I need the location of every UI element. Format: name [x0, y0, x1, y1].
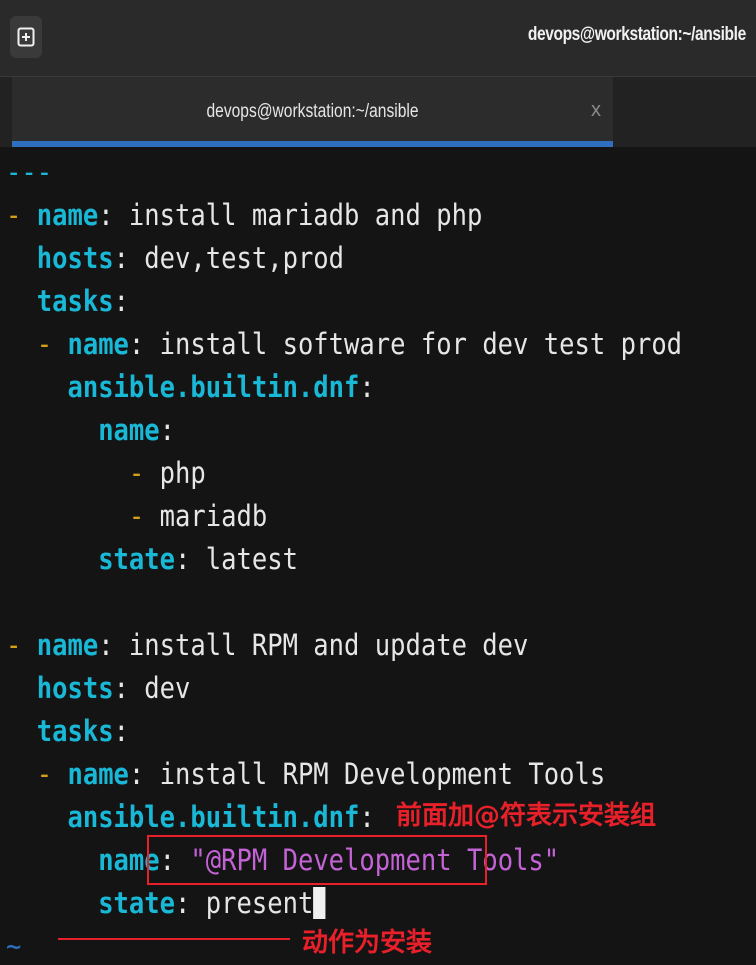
yaml-dash: -	[128, 456, 160, 490]
code-line: ansible.builtin.dnf:	[6, 797, 375, 837]
tab-terminal[interactable]: devops@workstation:~/ansible x	[12, 77, 613, 147]
code-line: state: present	[6, 883, 326, 923]
yaml-key: name	[36, 628, 99, 662]
yaml-key: name	[67, 757, 129, 791]
new-tab-icon	[17, 27, 35, 47]
yaml-key: state	[98, 542, 176, 576]
yaml-colon: :	[359, 370, 375, 404]
code-line: - name: install software for dev test pr…	[6, 324, 682, 364]
yaml-key: state	[98, 886, 176, 920]
yaml-dash: -	[36, 327, 68, 361]
yaml-key: ansible.builtin.dnf	[67, 800, 360, 834]
code-line: tasks:	[6, 711, 129, 751]
code-line: ---	[6, 152, 52, 192]
yaml-key: hosts	[36, 241, 114, 275]
annotation-group-note: 前面加@符表示安装组	[396, 801, 657, 831]
yaml-dash: -	[6, 628, 37, 662]
tab-label: devops@workstation:~/ansible	[206, 101, 419, 122]
tab-bar: devops@workstation:~/ansible x	[0, 77, 756, 147]
yaml-dash: -	[6, 198, 37, 232]
new-tab-button[interactable]	[10, 16, 42, 58]
code-line: ansible.builtin.dnf:	[6, 367, 375, 407]
yaml-colon: :	[113, 671, 129, 705]
code-line: - name: install RPM and update dev	[6, 625, 528, 665]
yaml-colon: :	[113, 714, 129, 748]
code-line: - php	[6, 453, 206, 493]
yaml-doc-start: ---	[6, 155, 53, 189]
code-line: - name: install mariadb and php	[6, 195, 482, 235]
yaml-colon: :	[175, 886, 191, 920]
yaml-dash: -	[36, 757, 68, 791]
yaml-key: tasks	[36, 714, 114, 748]
yaml-colon: :	[113, 241, 129, 275]
yaml-colon: :	[128, 327, 145, 361]
code-line: - name: install RPM Development Tools	[6, 754, 606, 794]
annotation-highlight-box	[147, 835, 487, 885]
yaml-value: mariadb	[159, 499, 268, 533]
yaml-value: install software for dev test prod	[144, 327, 683, 361]
yaml-colon: :	[159, 413, 176, 447]
code-line: state: latest	[6, 539, 298, 579]
yaml-value: install RPM Development Tools	[144, 757, 606, 791]
terminal-window: devops@workstation:~/ansible devops@work…	[0, 0, 756, 965]
code-line: hosts: dev,test,prod	[6, 238, 344, 278]
yaml-value: install RPM and update dev	[113, 628, 529, 662]
yaml-value: dev	[128, 671, 191, 705]
yaml-value: php	[159, 456, 206, 490]
vim-empty-line-marker: ~	[6, 929, 22, 963]
text-cursor	[313, 887, 326, 919]
yaml-key: name	[36, 198, 99, 232]
yaml-key: name	[67, 327, 129, 361]
yaml-colon: :	[98, 198, 114, 232]
yaml-key: tasks	[36, 284, 114, 318]
yaml-value: present	[190, 886, 314, 920]
annotation-action-note: 动作为安装	[302, 928, 433, 958]
window-title: devops@workstation:~/ansible	[528, 24, 746, 45]
title-bar: devops@workstation:~/ansible	[0, 0, 756, 77]
yaml-colon: :	[128, 757, 145, 791]
yaml-colon: :	[98, 628, 114, 662]
code-line: - mariadb	[6, 496, 267, 536]
yaml-value: latest	[190, 542, 298, 576]
code-line: hosts: dev	[6, 668, 191, 708]
code-line: name:	[6, 410, 175, 450]
yaml-key: name	[98, 413, 160, 447]
yaml-colon: :	[113, 284, 129, 318]
yaml-key: hosts	[36, 671, 114, 705]
annotation-underline	[58, 938, 290, 940]
code-line: ~	[6, 926, 21, 965]
code-line: tasks:	[6, 281, 129, 321]
yaml-colon: :	[175, 542, 191, 576]
close-icon[interactable]: x	[591, 99, 601, 122]
yaml-key: ansible.builtin.dnf	[67, 370, 360, 404]
yaml-value: dev,test,prod	[128, 241, 345, 275]
yaml-dash: -	[128, 499, 160, 533]
yaml-colon: :	[359, 800, 375, 834]
yaml-value: install mariadb and php	[113, 198, 483, 232]
active-tab-indicator	[12, 141, 613, 147]
